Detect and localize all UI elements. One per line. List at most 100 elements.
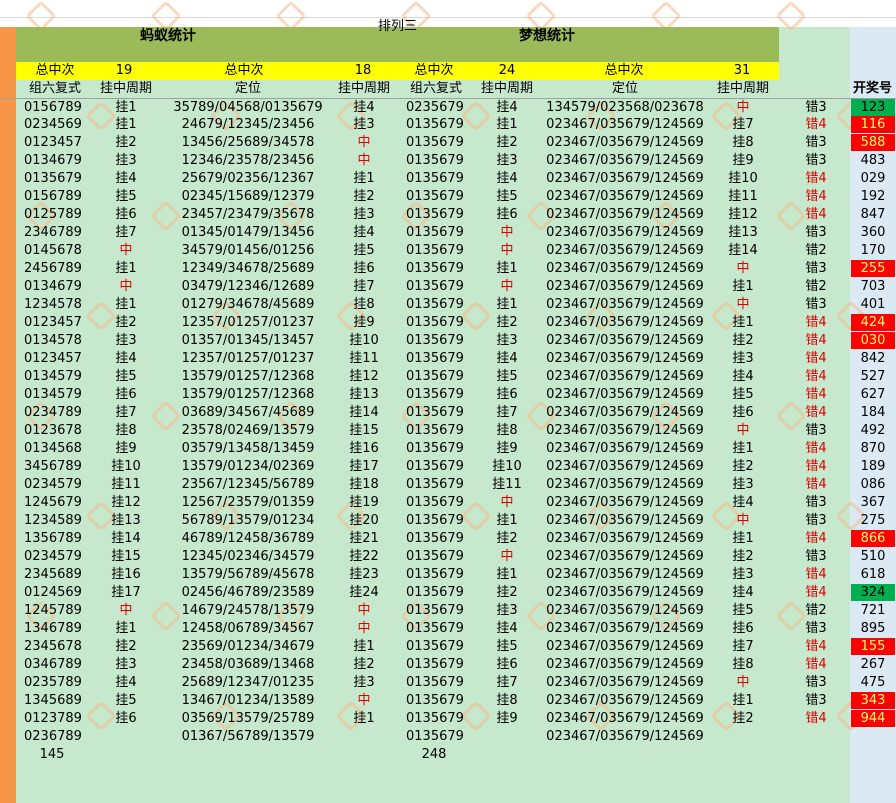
cell-cycle-left-1: 挂7 <box>115 225 137 240</box>
cell-combo-right: 0135679 <box>406 477 464 492</box>
table-row: 0234579 挂15 12345/02346/34579 挂22 0135679 中 02… <box>0 548 896 566</box>
cell-cycle-right-2: 挂14 <box>728 243 758 258</box>
cell-error-count: 错4 <box>805 657 827 672</box>
cell-cycle-left-2: 挂1 <box>353 711 375 726</box>
table-row: 0123678 挂8 23578/02469/13579 挂15 0135679 挂8 02… <box>0 422 896 440</box>
cell-draw-number: 492 <box>860 423 886 438</box>
cell-cycle-right-2: 挂2 <box>732 549 754 564</box>
cell-cycle-right-1: 挂1 <box>496 261 518 276</box>
table-row: 0134568 挂9 03579/13458/13459 挂16 0135679 挂9 02… <box>0 440 896 458</box>
cell-position-left: 12349/34678/25689 <box>181 261 315 276</box>
cell-combo-left: 2345678 <box>24 639 82 654</box>
cell-cycle-right-1: 挂8 <box>496 693 518 708</box>
cell-cycle-right-1: 挂11 <box>492 477 522 492</box>
cell-draw-number: 116 <box>851 116 895 133</box>
cell-cycle-left-2: 挂7 <box>353 279 375 294</box>
cell-draw-number: 510 <box>860 549 886 564</box>
summary-label-l1: 总中次 <box>35 63 75 78</box>
cell-combo-right: 0135679 <box>406 639 464 654</box>
cell-position-right: 023467/035679/124569 <box>546 657 704 672</box>
cell-cycle-right-1: 挂2 <box>496 315 518 330</box>
cell-position-right: 023467/035679/124569 <box>546 513 704 528</box>
cell-cycle-right-2: 中 <box>736 100 750 115</box>
cell-position-left: 01357/01345/13457 <box>181 333 315 348</box>
cell-error-count: 错4 <box>805 585 827 600</box>
cell-cycle-right-1: 挂2 <box>496 135 518 150</box>
cell-cycle-right-1: 挂6 <box>496 657 518 672</box>
cell-position-right: 023467/035679/124569 <box>546 729 704 744</box>
cell-combo-right: 0135679 <box>406 207 464 222</box>
cell-cycle-left-2: 挂19 <box>349 495 379 510</box>
cell-cycle-left-2: 挂2 <box>353 657 375 672</box>
cell-cycle-left-1: 挂5 <box>115 369 137 384</box>
table-row: 1345689 挂5 13467/01234/13589 中 0135679 挂8 0234… <box>0 692 896 710</box>
table-row: 0346789 挂3 23458/03689/13468 挂2 0135679 挂6 023… <box>0 656 896 674</box>
cell-position-right: 023467/035679/124569 <box>546 585 704 600</box>
cell-cycle-right-2: 挂2 <box>732 459 754 474</box>
cell-draw-number: 123 <box>851 99 895 116</box>
table-row: 3456789 挂10 13579/01234/02369 挂17 0135679 挂10… <box>0 458 896 476</box>
cell-draw-number <box>851 728 895 745</box>
cell-position-left: 23458/03689/13468 <box>181 657 315 672</box>
cell-position-left: 25689/12347/01235 <box>181 675 315 690</box>
cell-cycle-right-1: 挂5 <box>496 639 518 654</box>
cell-cycle-left-2: 中 <box>357 153 371 168</box>
cell-cycle-left-1: 挂6 <box>115 387 137 402</box>
cell-combo-left: 0134579 <box>24 387 82 402</box>
cell-error-count: 错2 <box>805 243 827 258</box>
cell-draw-number: 721 <box>860 603 886 618</box>
cell-combo-right: 0135679 <box>406 369 464 384</box>
cell-error-count: 错4 <box>805 459 827 474</box>
cell-cycle-left-2: 挂1 <box>353 639 375 654</box>
cell-cycle-left-2: 挂20 <box>349 513 379 528</box>
cell-combo-right: 0135679 <box>406 441 464 456</box>
cell-cycle-right-1: 挂9 <box>496 441 518 456</box>
cell-position-left: 13579/56789/45678 <box>181 567 315 582</box>
cell-position-right: 023467/035679/124569 <box>546 387 704 402</box>
cell-position-left: 01367/56789/13579 <box>181 729 315 744</box>
cell-position-right: 023467/035679/124569 <box>546 531 704 546</box>
cell-combo-right: 0135679 <box>406 585 464 600</box>
cell-position-right: 023467/035679/124569 <box>546 135 704 150</box>
header-position-right: 定位 <box>611 81 638 96</box>
cell-draw-number: 030 <box>851 332 895 349</box>
header-cycle-right-1: 挂中周期 <box>480 81 533 96</box>
cell-cycle-right-1: 挂4 <box>496 351 518 366</box>
cell-position-right: 023467/035679/124569 <box>546 333 704 348</box>
cell-cycle-left-2: 挂3 <box>353 675 375 690</box>
cell-cycle-left-2: 中 <box>357 603 371 618</box>
cell-combo-right: 0135679 <box>406 279 464 294</box>
cell-position-right: 023467/035679/124569 <box>546 621 704 636</box>
cell-position-left: 03689/34567/45689 <box>181 405 315 420</box>
cell-error-count: 错4 <box>805 351 827 366</box>
cell-cycle-right-1: 中 <box>500 243 514 258</box>
cell-combo-right: 0135679 <box>406 333 464 348</box>
cell-position-right: 023467/035679/124569 <box>546 639 704 654</box>
cell-cycle-right-2: 挂5 <box>732 387 754 402</box>
cell-combo-right: 0135679 <box>406 315 464 330</box>
cell-combo-left: 0235789 <box>24 675 82 690</box>
cell-cycle-right-2: 挂4 <box>732 495 754 510</box>
cell-cycle-left-1: 挂6 <box>115 711 137 726</box>
cell-combo-left: 2345689 <box>24 567 82 582</box>
cell-cycle-left-2: 挂10 <box>349 333 379 348</box>
cell-cycle-left-2: 挂9 <box>353 315 375 330</box>
cell-error-count: 错4 <box>805 117 827 132</box>
cell-cycle-right-2: 挂2 <box>732 333 754 348</box>
cell-error-count: 错4 <box>805 315 827 330</box>
cell-combo-left: 0234579 <box>24 549 82 564</box>
cell-position-left: 03569/13579/25789 <box>181 711 315 726</box>
cell-combo-left: 0346789 <box>24 657 82 672</box>
summary-label-l2: 总中次 <box>224 63 264 78</box>
cell-error-count: 错3 <box>805 135 827 150</box>
cell-combo-right: 0135679 <box>406 711 464 726</box>
cell-cycle-right-2: 中 <box>736 423 750 438</box>
cell-error-count: 错4 <box>805 711 827 726</box>
cell-cycle-left-2: 挂2 <box>353 189 375 204</box>
cell-combo-left: 0125789 <box>24 207 82 222</box>
header-cycle-left-1: 挂中周期 <box>99 81 152 96</box>
cell-error-count: 错4 <box>805 189 827 204</box>
cell-cycle-left-1: 挂15 <box>111 549 141 564</box>
header-position-left: 定位 <box>234 81 261 96</box>
cell-error-count: 错3 <box>805 423 827 438</box>
